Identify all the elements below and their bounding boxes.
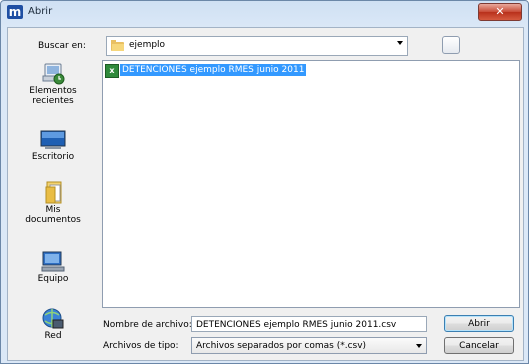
csv-file-icon: x bbox=[105, 64, 119, 78]
look-in-value: ejemplo bbox=[129, 40, 166, 50]
place-my-documents[interactable]: Mis documentos bbox=[8, 181, 98, 225]
file-type-value: Archivos separados por comas (*.csv) bbox=[196, 341, 367, 351]
place-label: Mis bbox=[45, 205, 61, 215]
computer-icon bbox=[39, 250, 67, 274]
place-network[interactable]: Red bbox=[8, 307, 98, 341]
place-computer[interactable]: Equipo bbox=[8, 250, 98, 284]
chevron-down-icon[interactable] bbox=[397, 41, 403, 45]
view-menu-button[interactable] bbox=[442, 36, 460, 54]
look-in-combobox[interactable]: ejemplo bbox=[106, 36, 408, 56]
folder-icon bbox=[111, 40, 124, 51]
place-label: Red bbox=[44, 331, 62, 341]
close-button[interactable]: ✕ bbox=[478, 3, 522, 21]
file-list[interactable]: x DETENCIONES ejemplo RMES junio 2011 bbox=[102, 60, 520, 308]
app-logo-icon: m bbox=[7, 5, 23, 19]
title-bar[interactable]: m Abrir ✕ bbox=[1, 1, 528, 23]
recent-items-icon bbox=[39, 62, 67, 86]
file-name-label: Nombre de archivo: bbox=[103, 320, 192, 330]
cancel-button[interactable]: Cancelar bbox=[444, 337, 514, 354]
desktop-icon bbox=[39, 128, 67, 152]
place-label: documentos bbox=[25, 215, 81, 225]
window-title: Abrir bbox=[28, 6, 53, 17]
dialog-body: Buscar en: ejemplo Elementos recientes E… bbox=[7, 27, 524, 361]
file-name-input[interactable]: DETENCIONES ejemplo RMES junio 2011.csv bbox=[191, 316, 427, 332]
places-bar: Elementos recientes Escritorio Mis docum… bbox=[8, 60, 98, 360]
file-type-select[interactable]: Archivos separados por comas (*.csv) bbox=[191, 337, 427, 354]
chevron-down-icon[interactable] bbox=[416, 344, 422, 348]
file-type-label: Archivos de tipo: bbox=[103, 341, 179, 351]
open-dialog-window: m Abrir ✕ Buscar en: ejemplo Elementos r… bbox=[0, 0, 529, 364]
place-recent-items[interactable]: Elementos recientes bbox=[8, 62, 98, 106]
documents-icon bbox=[39, 181, 67, 205]
look-in-label: Buscar en: bbox=[38, 41, 86, 51]
place-label: Elementos bbox=[29, 86, 77, 96]
network-icon bbox=[39, 307, 67, 331]
file-name-text: DETENCIONES ejemplo RMES junio 2011 bbox=[120, 64, 307, 76]
place-label: Equipo bbox=[37, 274, 69, 284]
place-label: Escritorio bbox=[31, 152, 75, 162]
open-button[interactable]: Abrir bbox=[444, 315, 514, 332]
place-label: recientes bbox=[32, 96, 74, 106]
place-desktop[interactable]: Escritorio bbox=[8, 128, 98, 162]
